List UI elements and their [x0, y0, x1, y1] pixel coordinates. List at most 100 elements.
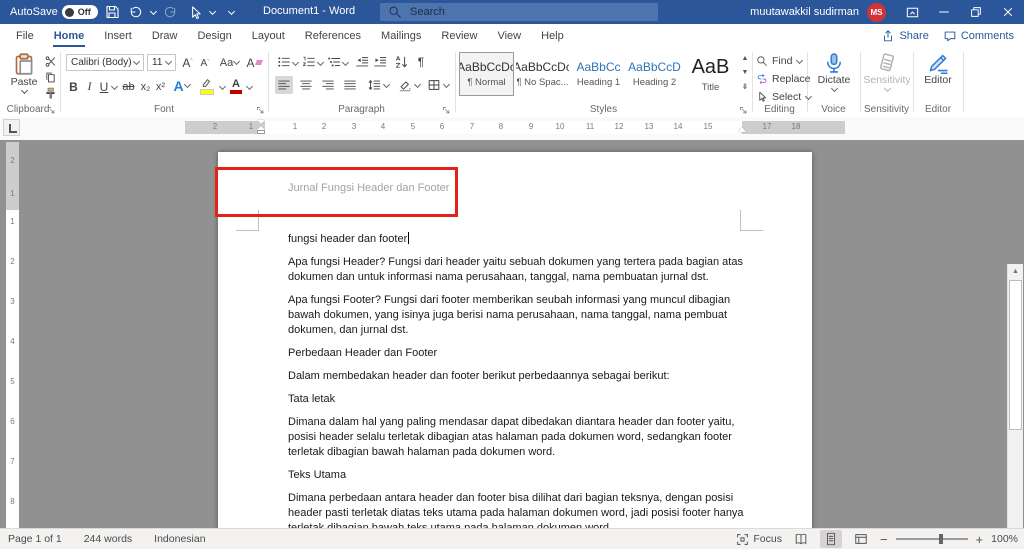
ribbon-display-options-button[interactable] — [896, 0, 928, 24]
dictate-button[interactable]: Dictate — [812, 52, 856, 93]
multilevel-list-button[interactable] — [326, 54, 342, 70]
font-size-combo[interactable]: 11 — [147, 54, 176, 71]
numbering-dropdown[interactable] — [317, 60, 324, 67]
search-box[interactable] — [380, 3, 658, 21]
editor-button[interactable]: Editor — [916, 52, 960, 86]
paragraph[interactable]: fungsi header dan footer — [288, 232, 744, 247]
styles-dialog-launcher[interactable] — [738, 105, 749, 116]
share-button[interactable]: Share — [881, 29, 929, 43]
highlight-dropdown[interactable] — [219, 84, 226, 91]
underline-dropdown[interactable] — [111, 84, 118, 91]
paragraph[interactable]: Teks Utama — [288, 468, 744, 483]
tab-help[interactable]: Help — [531, 24, 574, 48]
subscript-button[interactable]: x₂ — [138, 78, 153, 95]
increase-indent-button[interactable] — [372, 54, 388, 70]
tab-file[interactable]: File — [6, 24, 44, 48]
comments-button[interactable]: Comments — [943, 29, 1014, 43]
paragraph[interactable]: Perbedaan Header dan Footer — [288, 346, 744, 361]
show-hide-pilcrow-button[interactable]: ¶ — [413, 54, 429, 70]
shrink-font-button[interactable]: Aˇ — [197, 56, 213, 71]
touch-mode-button[interactable] — [185, 2, 205, 22]
touch-mode-dropdown[interactable] — [209, 9, 216, 16]
minimize-button[interactable] — [928, 0, 960, 24]
close-button[interactable] — [992, 0, 1024, 24]
paragraph-dialog-launcher[interactable] — [441, 105, 452, 116]
paragraph[interactable]: Tata letak — [288, 392, 744, 407]
sensitivity-button[interactable]: Sensitivity — [862, 52, 912, 93]
language[interactable]: Indonesian — [154, 533, 205, 545]
paragraph[interactable]: Dimana perbedaan antara header dan foote… — [288, 491, 744, 528]
tab-layout[interactable]: Layout — [242, 24, 295, 48]
bold-button[interactable]: B — [66, 78, 81, 95]
numbering-button[interactable] — [301, 54, 317, 70]
styles-scroll-up[interactable]: ▲ — [739, 52, 751, 65]
scroll-up-arrow[interactable]: ▲ — [1008, 264, 1023, 278]
font-color-dropdown[interactable] — [246, 84, 253, 91]
sort-button[interactable] — [394, 54, 410, 70]
zoom-out-button[interactable]: − — [880, 532, 888, 547]
tab-insert[interactable]: Insert — [94, 24, 142, 48]
tab-home[interactable]: Home — [44, 24, 95, 48]
web-layout-button[interactable] — [850, 530, 872, 548]
paragraph[interactable]: Dimana dalam hal yang paling mendasar da… — [288, 415, 744, 460]
tab-view[interactable]: View — [487, 24, 531, 48]
user-name[interactable]: muutawakkil sudirman — [750, 6, 859, 18]
zoom-slider-thumb[interactable] — [938, 534, 943, 544]
decrease-indent-button[interactable] — [354, 54, 370, 70]
styles-more-button[interactable]: ⇟ — [739, 80, 751, 93]
bullets-dropdown[interactable] — [292, 60, 299, 67]
zoom-level[interactable]: 100% — [991, 533, 1018, 545]
style-heading1[interactable]: AaBbCc Heading 1 — [571, 52, 626, 96]
highlight-color-button[interactable] — [196, 76, 218, 95]
align-right-button[interactable] — [319, 76, 337, 94]
shading-button[interactable] — [396, 76, 414, 94]
left-indent-marker[interactable] — [257, 120, 266, 134]
font-color-button[interactable]: A — [228, 76, 244, 95]
select-button[interactable]: Select — [756, 91, 812, 103]
align-center-button[interactable] — [297, 76, 315, 94]
word-count[interactable]: 244 words — [84, 533, 132, 545]
align-left-button[interactable] — [275, 76, 293, 94]
tab-review[interactable]: Review — [431, 24, 487, 48]
paragraph[interactable]: Apa fungsi Footer? Fungsi dari footer me… — [288, 293, 744, 338]
style-title[interactable]: AaB Title — [683, 52, 738, 96]
read-mode-button[interactable] — [790, 530, 812, 548]
redo-button[interactable] — [161, 2, 181, 22]
save-button[interactable] — [102, 2, 122, 22]
grow-font-button[interactable]: Aˆ — [179, 54, 196, 71]
vertical-ruler[interactable]: 2 1 1 2 3 4 5 6 7 8 — [6, 142, 19, 528]
multilevel-dropdown[interactable] — [342, 60, 349, 67]
customize-qat-dropdown[interactable] — [228, 9, 235, 16]
superscript-button[interactable]: x² — [153, 78, 168, 95]
underline-button[interactable]: U — [97, 78, 111, 95]
print-layout-button[interactable] — [819, 530, 842, 548]
tab-mailings[interactable]: Mailings — [371, 24, 431, 48]
paragraph[interactable]: Apa fungsi Header? Fungsi dari header ya… — [288, 255, 744, 285]
restore-button[interactable] — [960, 0, 992, 24]
zoom-in-button[interactable]: + — [976, 532, 984, 547]
tab-stop-selector[interactable] — [3, 119, 20, 136]
style-normal[interactable]: AaBbCcDc ¶ Normal — [459, 52, 514, 96]
tab-draw[interactable]: Draw — [142, 24, 188, 48]
autosave-toggle[interactable]: Off — [61, 5, 98, 19]
borders-button[interactable] — [425, 76, 443, 94]
copy-button[interactable] — [42, 70, 58, 85]
shading-dropdown[interactable] — [414, 82, 421, 89]
text-effects-button[interactable]: A — [172, 76, 192, 95]
format-painter-button[interactable] — [42, 86, 58, 101]
bullets-button[interactable] — [276, 54, 292, 70]
font-family-combo[interactable]: Calibri (Body) — [66, 54, 144, 71]
page-count[interactable]: Page 1 of 1 — [8, 533, 62, 545]
change-case-button[interactable]: Aa — [218, 54, 242, 71]
italic-button[interactable]: I — [83, 78, 96, 95]
paste-button[interactable]: Paste — [6, 52, 42, 95]
cut-button[interactable] — [42, 54, 58, 69]
borders-dropdown[interactable] — [443, 82, 450, 89]
line-spacing-dropdown[interactable] — [383, 82, 390, 89]
replace-button[interactable]: Replace — [756, 73, 811, 85]
strikethrough-button[interactable]: ab — [120, 78, 137, 95]
clipboard-dialog-launcher[interactable] — [46, 105, 57, 116]
vertical-scrollbar[interactable]: ▲ ▼ — [1007, 264, 1023, 528]
style-heading2[interactable]: AaBbCcD Heading 2 — [627, 52, 682, 96]
clear-formatting-button[interactable]: A — [245, 54, 263, 71]
